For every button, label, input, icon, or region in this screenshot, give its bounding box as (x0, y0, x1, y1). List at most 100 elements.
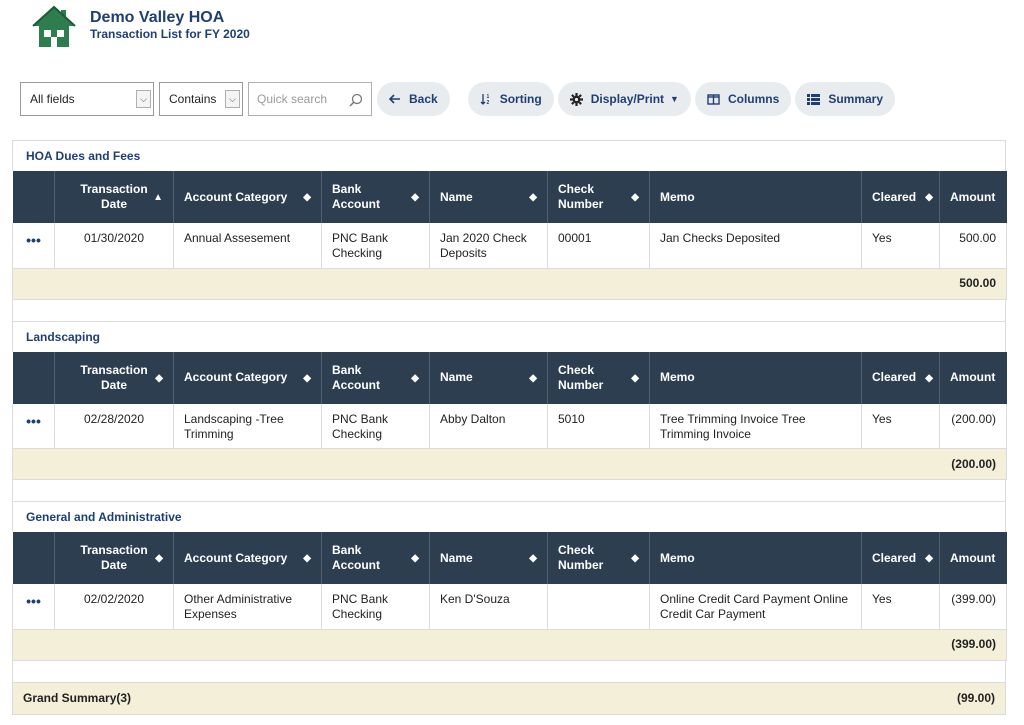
transactions-table: Transaction Date ▲︎ Account Category ◆ Ban… (12, 171, 1007, 300)
arrow-left-icon (389, 94, 401, 104)
back-label: Back (409, 92, 438, 106)
col-header-transaction-date[interactable]: Transaction Date ◆ (54, 532, 174, 584)
col-header-transaction-date[interactable]: Transaction Date ▲︎ (54, 171, 174, 223)
page-header: Demo Valley HOA Transaction List for FY … (30, 4, 250, 50)
cell-memo: Online Credit Card Payment Online Credit… (649, 584, 862, 630)
columns-icon (707, 93, 720, 105)
col-header-memo[interactable]: Memo (649, 171, 862, 223)
subtotal-amount: (200.00) (939, 448, 1007, 480)
house-logo-icon (32, 5, 76, 47)
operator-select-value: Contains (169, 92, 217, 106)
col-header-cleared[interactable]: Cleared ◆ (861, 532, 940, 584)
cell-category: Annual Assesement (173, 223, 322, 269)
col-header-memo[interactable]: Memo (649, 532, 862, 584)
cell-bank: PNC Bank Checking (321, 584, 430, 630)
operator-select[interactable]: Contains ⌵ (159, 82, 243, 116)
col-header-check-number[interactable]: Check Number ◆ (547, 171, 650, 223)
chevron-down-icon: ⌵ (136, 90, 151, 108)
col-header-menu (12, 532, 55, 584)
ellipsis-icon[interactable]: ••• (12, 584, 55, 630)
col-header-cleared[interactable]: Cleared ◆ (861, 171, 940, 223)
summary-label: Summary (828, 92, 884, 106)
col-header-account-category[interactable]: Account Category ◆ (173, 532, 322, 584)
sort-icon: ◆ (303, 372, 311, 384)
subtotal-row: 500.00 (12, 268, 1007, 300)
display-print-label: Display/Print (590, 92, 665, 106)
col-header-account-category[interactable]: Account Category ◆ (173, 171, 322, 223)
title-block: Demo Valley HOA Transaction List for FY … (90, 9, 250, 42)
table-header-row: Transaction Date ◆ Account Category ◆ Bank… (12, 351, 1007, 404)
cell-cleared: Yes (861, 584, 940, 630)
ellipsis-icon[interactable]: ••• (12, 223, 55, 269)
ellipsis-icon[interactable]: ••• (12, 403, 55, 449)
display-print-button[interactable]: Display/Print ▼ (557, 82, 691, 116)
cell-date: 02/02/2020 (54, 584, 174, 630)
search-input[interactable] (255, 91, 345, 107)
cell-check (547, 584, 650, 630)
transactions-table: Transaction Date ◆ Account Category ◆ Bank… (12, 351, 1007, 480)
subtotal-amount: (399.00) (939, 629, 1007, 661)
sort-icon: ◆ (631, 192, 639, 203)
col-header-account-category[interactable]: Account Category ◆ (173, 351, 322, 404)
columns-button[interactable]: Columns (694, 82, 792, 116)
group-title: General and Administrative (12, 501, 1006, 532)
cell-check: 5010 (547, 403, 650, 449)
group-spacer (12, 660, 1006, 682)
cell-memo: Jan Checks Deposited (649, 223, 862, 269)
group-title: Landscaping (12, 320, 1006, 352)
svg-text:2: 2 (486, 100, 489, 105)
sort-icon: ◆ (411, 553, 419, 564)
summary-button[interactable]: Summary (795, 82, 896, 116)
col-header-transaction-date[interactable]: Transaction Date ◆ (54, 351, 174, 404)
col-header-name[interactable]: Name ◆ (429, 532, 548, 584)
col-header-bank-account[interactable]: Bank Account ◆ (321, 171, 430, 223)
back-button[interactable]: Back (377, 82, 450, 116)
col-header-check-number[interactable]: Check Number ◆ (547, 351, 650, 404)
table-row: ••• 02/28/2020 Landscaping -Tree Trimmin… (12, 403, 1007, 449)
subtotal-spacer (12, 629, 940, 661)
sorting-label: Sorting (499, 92, 542, 106)
col-header-amount[interactable]: Amount (939, 351, 1007, 404)
grand-summary-row: Grand Summary(3) (99.00) (12, 681, 1006, 715)
field-select[interactable]: All fields ⌵ (20, 82, 154, 116)
sort-icon: ◆ (529, 553, 537, 564)
sort-icon: ◆ (925, 553, 933, 564)
col-header-memo[interactable]: Memo (649, 351, 862, 404)
col-header-name[interactable]: Name ◆ (429, 171, 548, 223)
col-header-check-number[interactable]: Check Number ◆ (547, 532, 650, 584)
subtotal-spacer (12, 448, 940, 480)
sort-icon: ◆ (925, 192, 933, 203)
org-name: Demo Valley HOA (90, 9, 225, 26)
col-header-amount[interactable]: Amount (939, 532, 1007, 584)
col-header-bank-account[interactable]: Bank Account ◆ (321, 532, 430, 584)
grand-summary-amount: (99.00) (956, 691, 995, 705)
group-spacer (12, 480, 1006, 501)
sort-icon: ◆ (303, 192, 311, 203)
toolbar: All fields ⌵ Contains ⌵ Back 12 Sorting … (20, 82, 899, 116)
grand-summary-label: Grand Summary(3) (23, 691, 132, 705)
group-spacer (12, 299, 1006, 321)
subtotal-row: (200.00) (12, 448, 1007, 480)
search-icon[interactable] (349, 93, 363, 107)
sort-icon: ◆ (303, 553, 311, 564)
sorting-button[interactable]: 12 Sorting (467, 82, 554, 116)
sort-icon: ◆ (529, 372, 537, 384)
cell-name: Abby Dalton (429, 403, 548, 449)
cell-date: 01/30/2020 (54, 223, 174, 269)
gear-icon (569, 92, 583, 106)
sort-icon: ▲︎ (153, 192, 163, 203)
col-header-cleared[interactable]: Cleared ◆ (861, 351, 940, 404)
sort-icon: 12 (480, 93, 492, 105)
table-row: ••• 02/02/2020 Other Administrative Expe… (12, 584, 1007, 630)
sort-icon: ◆ (529, 192, 537, 203)
col-header-amount[interactable]: Amount (939, 171, 1007, 223)
cell-amount: (200.00) (939, 403, 1007, 449)
cell-bank: PNC Bank Checking (321, 223, 430, 269)
table-row: ••• 01/30/2020 Annual Assesement PNC Ban… (12, 223, 1007, 269)
cell-amount: 500.00 (939, 223, 1007, 269)
col-header-bank-account[interactable]: Bank Account ◆ (321, 351, 430, 404)
col-header-name[interactable]: Name ◆ (429, 351, 548, 404)
cell-amount: (399.00) (939, 584, 1007, 630)
col-header-menu (12, 351, 55, 404)
cell-cleared: Yes (861, 223, 940, 269)
